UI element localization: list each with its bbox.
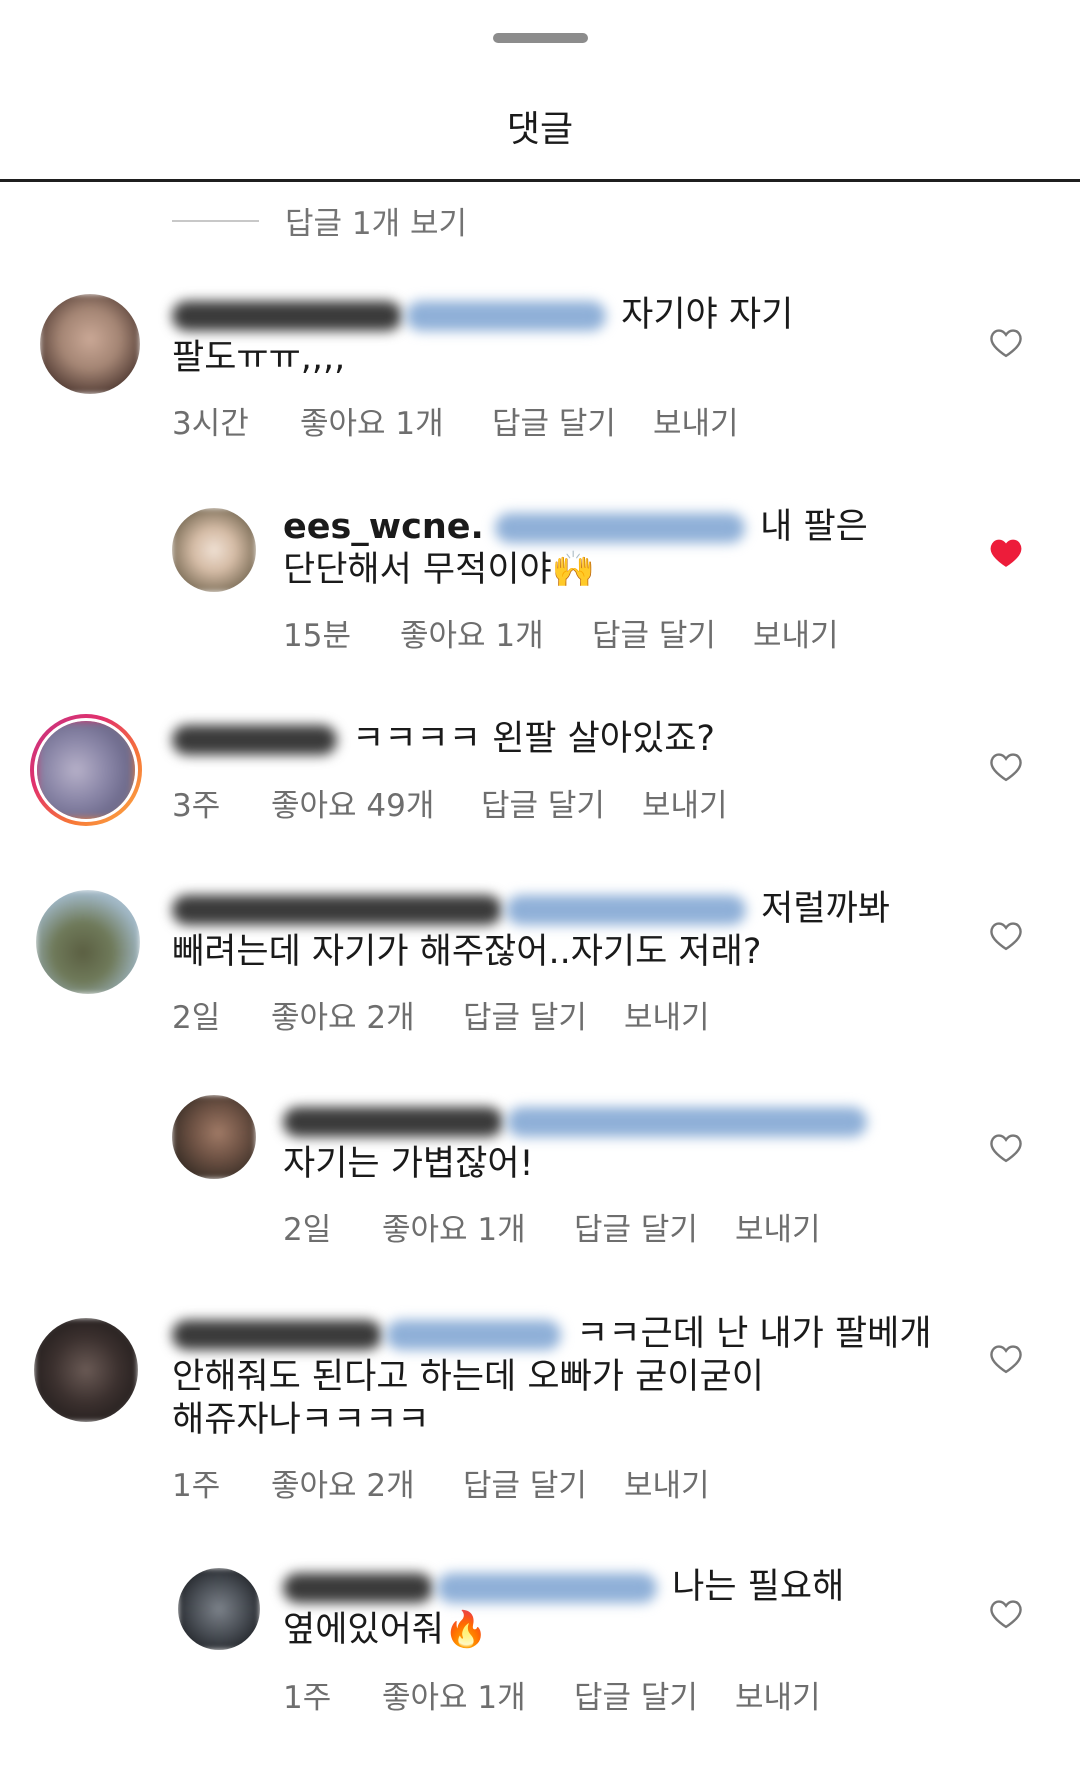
comment-meta: 2일 좋아요 1개 답글 달기 보내기 [283, 1204, 821, 1249]
timestamp: 1주 [283, 1680, 332, 1716]
comment-body: 자기는 가볍잖어! [283, 1100, 903, 1186]
reply-button[interactable]: 답글 달기 [574, 1672, 735, 1717]
comment-body: 저럴까봐 빼려는데 자기가 해주잖어..자기도 저래? [172, 888, 932, 974]
mention-redacted[interactable] [507, 1107, 867, 1137]
comment-text: 팔도ㅠㅠ,,,, [172, 338, 346, 378]
send-button[interactable]: 보내기 [642, 780, 728, 825]
mention-redacted[interactable] [386, 1320, 561, 1350]
likes-count[interactable]: 좋아요 2개 [271, 992, 463, 1037]
replies-line [172, 219, 259, 222]
comment-meta: 1주 좋아요 1개 답글 달기 보내기 [283, 1672, 821, 1717]
heart-icon[interactable] [989, 1132, 1023, 1163]
likes-count[interactable]: 좋아요 1개 [300, 398, 492, 443]
comment-text: 나는 필요해 [672, 1567, 845, 1607]
reply-button[interactable]: 답글 달기 [463, 992, 624, 1037]
reply-button[interactable]: 답글 달기 [574, 1204, 735, 1249]
header-divider [0, 179, 1080, 182]
send-button[interactable]: 보내기 [735, 1204, 821, 1249]
comments-sheet-header: 댓글 [0, 0, 1080, 182]
comment-text: 자기는 가볍잖어! [283, 1144, 534, 1184]
comment-text: 단단해서 무적이야🙌 [283, 550, 596, 590]
avatar[interactable] [40, 294, 140, 394]
timestamp: 2일 [283, 1212, 332, 1248]
comment-meta: 3주 좋아요 49개 답글 달기 보내기 [172, 780, 728, 825]
username-redacted[interactable] [283, 1573, 433, 1603]
comment-text: 안해줘도 된다고 하는데 오빠가 굳이굳이 [172, 1357, 764, 1397]
avatar[interactable] [34, 1318, 138, 1422]
comment-meta: 1주 좋아요 2개 답글 달기 보내기 [172, 1460, 710, 1505]
comment-body: 자기야 자기 팔도ㅠㅠ,,,, [172, 294, 852, 380]
mention-redacted[interactable] [506, 895, 746, 925]
comment-text: 내 팔은 [760, 507, 868, 547]
comment-body: ees_wcne. 내 팔은 단단해서 무적이야🙌 [283, 506, 883, 592]
avatar[interactable] [172, 1095, 256, 1179]
username-redacted[interactable] [172, 725, 337, 755]
timestamp: 1주 [172, 1468, 221, 1504]
avatar[interactable] [36, 890, 140, 994]
reply-button[interactable]: 답글 달기 [492, 398, 653, 443]
comment-meta: 15분 좋아요 1개 답글 달기 보내기 [283, 610, 839, 655]
heart-icon[interactable] [989, 751, 1023, 782]
drag-handle[interactable] [493, 33, 588, 43]
comment-body: 나는 필요해 옆에있어줘🔥 [283, 1566, 903, 1652]
username-redacted[interactable] [172, 895, 502, 925]
username-redacted[interactable] [283, 1107, 503, 1137]
username-redacted[interactable] [172, 301, 402, 331]
send-button[interactable]: 보내기 [753, 610, 839, 655]
username-redacted[interactable] [172, 1320, 382, 1350]
view-replies-label: 답글 1개 보기 [285, 206, 468, 242]
comment-meta: 2일 좋아요 2개 답글 달기 보내기 [172, 992, 710, 1037]
comment-body: ㅋㅋㅋㅋ 왼팔 살아있죠? [172, 718, 852, 761]
heart-icon[interactable] [989, 920, 1023, 951]
likes-count[interactable]: 좋아요 49개 [271, 780, 481, 825]
comment-text: 저럴까봐 [761, 889, 890, 929]
comment-text: 자기야 자기 [621, 295, 794, 335]
mention-redacted[interactable] [494, 513, 745, 543]
heart-icon[interactable] [989, 1343, 1023, 1374]
reply-button[interactable]: 답글 달기 [463, 1460, 624, 1505]
reply-button[interactable]: 답글 달기 [481, 780, 642, 825]
heart-icon[interactable] [989, 327, 1023, 358]
send-button[interactable]: 보내기 [653, 398, 739, 443]
timestamp: 15분 [283, 618, 351, 654]
comment-text: 해쥬자나ㅋㅋㅋㅋ [172, 1400, 430, 1440]
likes-count[interactable]: 좋아요 1개 [400, 610, 592, 655]
likes-count[interactable]: 좋아요 1개 [382, 1204, 574, 1249]
timestamp: 3시간 [172, 406, 249, 442]
reply-button[interactable]: 답글 달기 [592, 610, 753, 655]
comment-text: ㅋㅋㅋㅋ 왼팔 살아있죠? [352, 719, 715, 759]
likes-count[interactable]: 좋아요 2개 [271, 1460, 463, 1505]
comment-meta: 3시간 좋아요 1개 답글 달기 보내기 [172, 398, 739, 443]
send-button[interactable]: 보내기 [735, 1672, 821, 1717]
likes-count[interactable]: 좋아요 1개 [382, 1672, 574, 1717]
send-button[interactable]: 보내기 [624, 992, 710, 1037]
heart-icon[interactable] [989, 1598, 1023, 1629]
avatar[interactable] [178, 1568, 260, 1650]
comment-body: ㅋㅋ근데 난 내가 팔베개 안해줘도 된다고 하는데 오빠가 굳이굳이 해쥬자나… [172, 1313, 952, 1442]
view-replies-button[interactable]: 답글 1개 보기 [172, 198, 467, 243]
mention-redacted[interactable] [406, 301, 606, 331]
comment-text: 빼려는데 자기가 해주잖어..자기도 저래? [172, 932, 762, 972]
timestamp: 3주 [172, 788, 221, 824]
mention-redacted[interactable] [437, 1573, 657, 1603]
sheet-title: 댓글 [506, 109, 574, 150]
comment-text: 옆에있어줘🔥 [283, 1610, 488, 1650]
comment-text: ㅋㅋ근데 난 내가 팔베개 [576, 1314, 932, 1354]
send-button[interactable]: 보내기 [624, 1460, 710, 1505]
timestamp: 2일 [172, 1000, 221, 1036]
heart-icon[interactable] [989, 537, 1023, 568]
username-partial[interactable]: ees_wcne. [283, 507, 484, 547]
avatar-story-ring[interactable] [30, 714, 142, 826]
avatar[interactable] [172, 508, 256, 592]
